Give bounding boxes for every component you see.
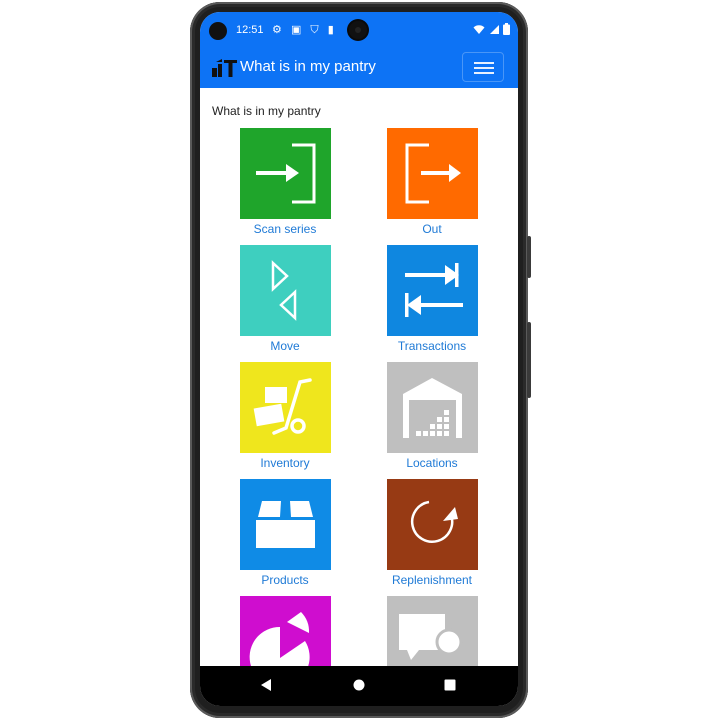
signal-icon <box>490 24 499 34</box>
tile-scan-series[interactable]: Scan series <box>240 128 331 236</box>
hand-truck-icon <box>240 362 331 453</box>
tile-square[interactable] <box>387 362 478 453</box>
sign-in-icon <box>240 128 331 219</box>
tile-locations[interactable]: Locations <box>387 362 478 470</box>
home-icon[interactable] <box>353 679 365 691</box>
move-triangles-icon <box>240 245 331 336</box>
tile-transactions[interactable]: Transactions <box>387 245 478 353</box>
tile-label[interactable]: Inventory <box>210 456 360 470</box>
tile-label[interactable]: Out <box>357 222 507 236</box>
tile-products[interactable]: Products <box>240 479 331 587</box>
tile-label[interactable]: Replenishment <box>357 573 507 587</box>
swap-arrows-icon <box>387 245 478 336</box>
main-content: What is in my pantry Scan series Out Move T… <box>200 88 518 666</box>
app-bar: What is in my pantry <box>200 48 518 88</box>
menu-button[interactable] <box>462 52 504 82</box>
system-icons <box>473 23 510 35</box>
tile-square[interactable] <box>240 128 331 219</box>
refresh-icon <box>387 479 478 570</box>
app-title: What is in my pantry <box>240 58 376 75</box>
tile-square[interactable] <box>387 596 478 666</box>
page-title: What is in my pantry <box>212 104 321 118</box>
status-bar: 12:51 ⚙ ▣ ⛉ ▮ <box>200 12 518 48</box>
tile-label[interactable]: Move <box>210 339 360 353</box>
translate-icon: ▣ <box>290 24 305 36</box>
tile-inventory[interactable]: Inventory <box>240 362 331 470</box>
tile-square[interactable] <box>240 479 331 570</box>
tile-label[interactable]: Locations <box>357 456 507 470</box>
volume-button <box>527 322 531 398</box>
tile-square[interactable] <box>240 245 331 336</box>
tile-label[interactable]: Products <box>210 573 360 587</box>
warehouse-logo-icon <box>212 59 237 77</box>
tile-replenishment[interactable]: Replenishment <box>387 479 478 587</box>
screen: 12:51 ⚙ ▣ ⛉ ▮ What is in my pantry What … <box>200 12 518 706</box>
tile-square[interactable] <box>387 128 478 219</box>
tile-out[interactable]: Out <box>387 128 478 236</box>
chat-user-icon <box>387 596 478 666</box>
warehouse-icon <box>387 362 478 453</box>
pie-chart-icon <box>240 596 331 666</box>
sign-out-icon <box>387 128 478 219</box>
battery-icon <box>503 23 510 35</box>
sd-card-icon: ▮ <box>327 24 337 36</box>
box-icon <box>240 479 331 570</box>
gear-icon: ⚙ <box>272 24 285 36</box>
tile-move[interactable]: Move <box>240 245 331 353</box>
status-time: 12:51 <box>236 24 264 36</box>
shield-icon: ⛉ <box>310 24 322 36</box>
tile-label[interactable]: Scan series <box>210 222 360 236</box>
punch-hole-camera <box>349 21 367 39</box>
tile-square[interactable] <box>240 362 331 453</box>
tile-square[interactable] <box>240 596 331 666</box>
back-icon[interactable] <box>260 678 272 692</box>
wifi-icon <box>473 24 485 34</box>
power-button <box>527 236 531 278</box>
tile-square[interactable] <box>387 245 478 336</box>
status-notification-icons: ⚙ ▣ ⛉ ▮ <box>272 23 337 37</box>
recents-icon[interactable] <box>444 679 456 691</box>
tile-item-9[interactable] <box>240 596 331 666</box>
front-camera-icon <box>209 22 227 40</box>
tile-item-10[interactable] <box>387 596 478 666</box>
tile-square[interactable] <box>387 479 478 570</box>
navigation-bar <box>200 666 518 706</box>
tile-label[interactable]: Transactions <box>357 339 507 353</box>
